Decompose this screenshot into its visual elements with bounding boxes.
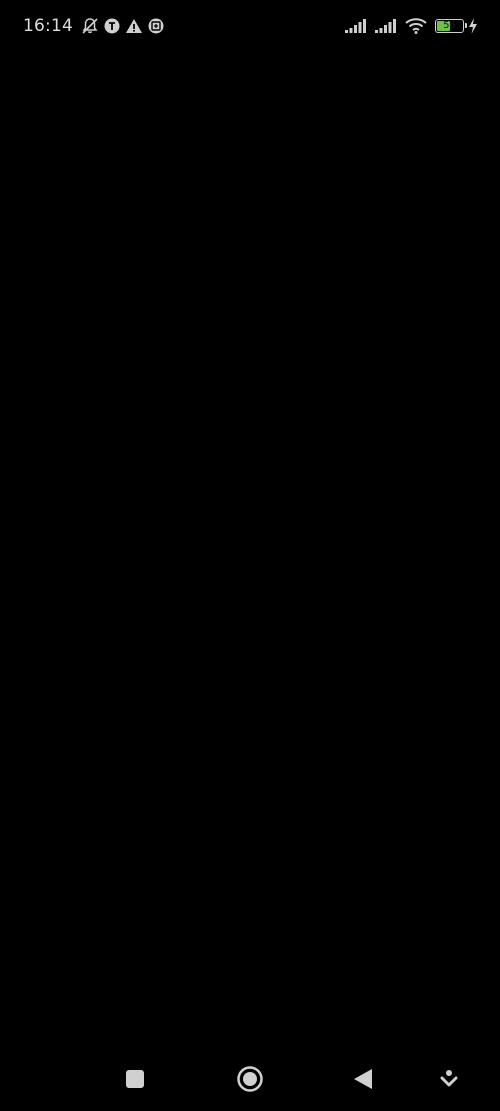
status-left: 16:14 bbox=[23, 14, 165, 38]
clock: 16:14 bbox=[23, 16, 73, 36]
screenshot-icon bbox=[147, 17, 165, 35]
back-icon bbox=[352, 1067, 374, 1091]
battery-icon: 56 bbox=[435, 19, 467, 33]
signal-sim1-icon bbox=[345, 19, 367, 33]
status-right: 56 bbox=[337, 14, 478, 38]
home-icon bbox=[236, 1065, 264, 1093]
warning-icon bbox=[125, 17, 143, 35]
notification-t-icon bbox=[103, 17, 121, 35]
bell-off-icon bbox=[81, 17, 99, 35]
chevron-down-icon bbox=[440, 1069, 458, 1089]
hide-navbar-button[interactable] bbox=[433, 1063, 465, 1095]
home-button[interactable] bbox=[234, 1063, 266, 1095]
signal-sim2-icon bbox=[375, 19, 397, 33]
charging-icon bbox=[468, 18, 478, 34]
battery-level: 56 bbox=[443, 20, 456, 31]
recent-apps-button[interactable] bbox=[119, 1063, 151, 1095]
wifi-icon bbox=[405, 18, 427, 34]
back-button[interactable] bbox=[347, 1063, 379, 1095]
recent-apps-icon bbox=[125, 1069, 145, 1089]
navigation-bar bbox=[0, 1047, 500, 1111]
main-content bbox=[0, 52, 500, 1047]
battery-tip bbox=[465, 23, 467, 28]
status-bar: 16:14 56 bbox=[0, 0, 500, 52]
